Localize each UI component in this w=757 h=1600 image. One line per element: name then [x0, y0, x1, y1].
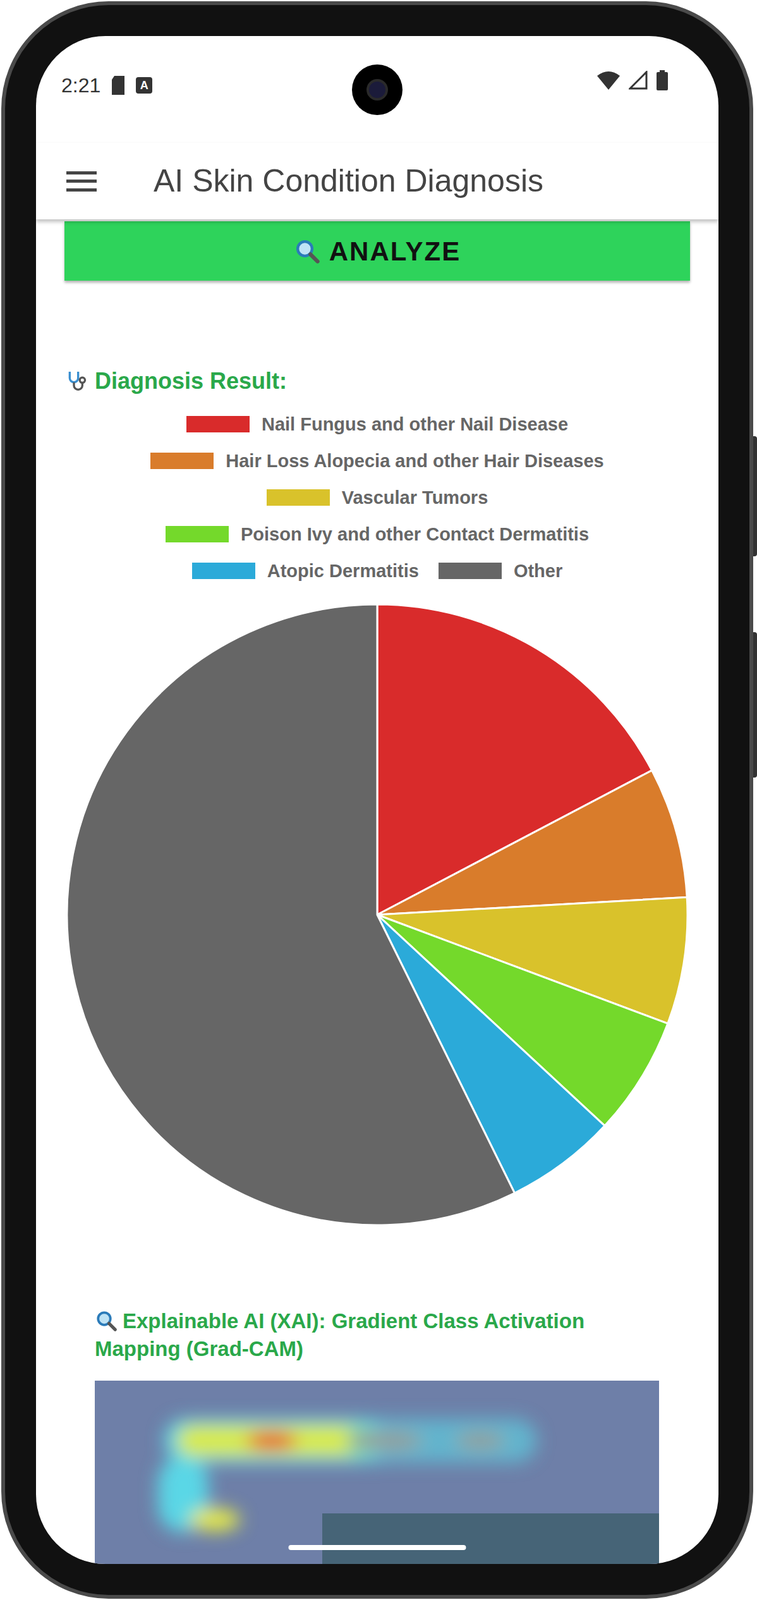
search-icon — [293, 237, 321, 265]
signal-icon — [628, 70, 648, 90]
legend-item[interactable]: Other — [438, 559, 563, 582]
heatmap-drawing — [94, 1380, 660, 1564]
legend-item[interactable]: Nail Fungus and other Nail Disease — [186, 413, 569, 435]
legend-item[interactable]: Hair Loss Alopecia and other Hair Diseas… — [150, 449, 604, 472]
status-time: 2:21 — [61, 70, 101, 101]
xai-heading: Explainable AI (XAI): Gradient Class Act… — [64, 1306, 691, 1363]
legend-item[interactable]: Vascular Tumors — [266, 486, 489, 509]
menu-button[interactable] — [66, 168, 98, 194]
home-indicator — [288, 1544, 467, 1550]
pie-chart — [65, 602, 689, 1226]
analyze-button[interactable]: ANALYZE — [64, 221, 691, 281]
camera — [351, 64, 403, 116]
battery-icon — [656, 70, 668, 91]
sd-card-icon — [110, 75, 126, 95]
gradcam-image — [94, 1380, 660, 1564]
pie-slice[interactable] — [377, 770, 687, 915]
screen: 2:21 A AI Skin Condition Diagnosis ANALYZE D… — [36, 36, 719, 1564]
legend-item[interactable]: Poison Ivy and other Contact Dermatitis — [165, 523, 589, 545]
app-title: AI Skin Condition Diagnosis — [153, 157, 544, 205]
stethoscope-icon — [64, 368, 90, 394]
wifi-icon — [597, 70, 620, 90]
phone-frame: 2:21 A AI Skin Condition Diagnosis ANALYZE D… — [1, 1, 754, 1599]
app-bar: AI Skin Condition Diagnosis — [36, 142, 719, 220]
content: ANALYZE Diagnosis Result: Nail Fungus and … — [36, 219, 719, 1564]
legend-item[interactable]: Atopic Dermatitis — [192, 559, 419, 582]
chart-legend: Nail Fungus and other Nail Disease Hair L… — [92, 413, 662, 582]
page: 2:21 A AI Skin Condition Diagnosis ANALYZE D… — [0, 0, 757, 1600]
search-icon — [94, 1308, 118, 1332]
result-heading: Diagnosis Result: — [64, 363, 691, 399]
notification-badge: A — [135, 77, 153, 94]
pie-slice[interactable] — [66, 604, 515, 1225]
